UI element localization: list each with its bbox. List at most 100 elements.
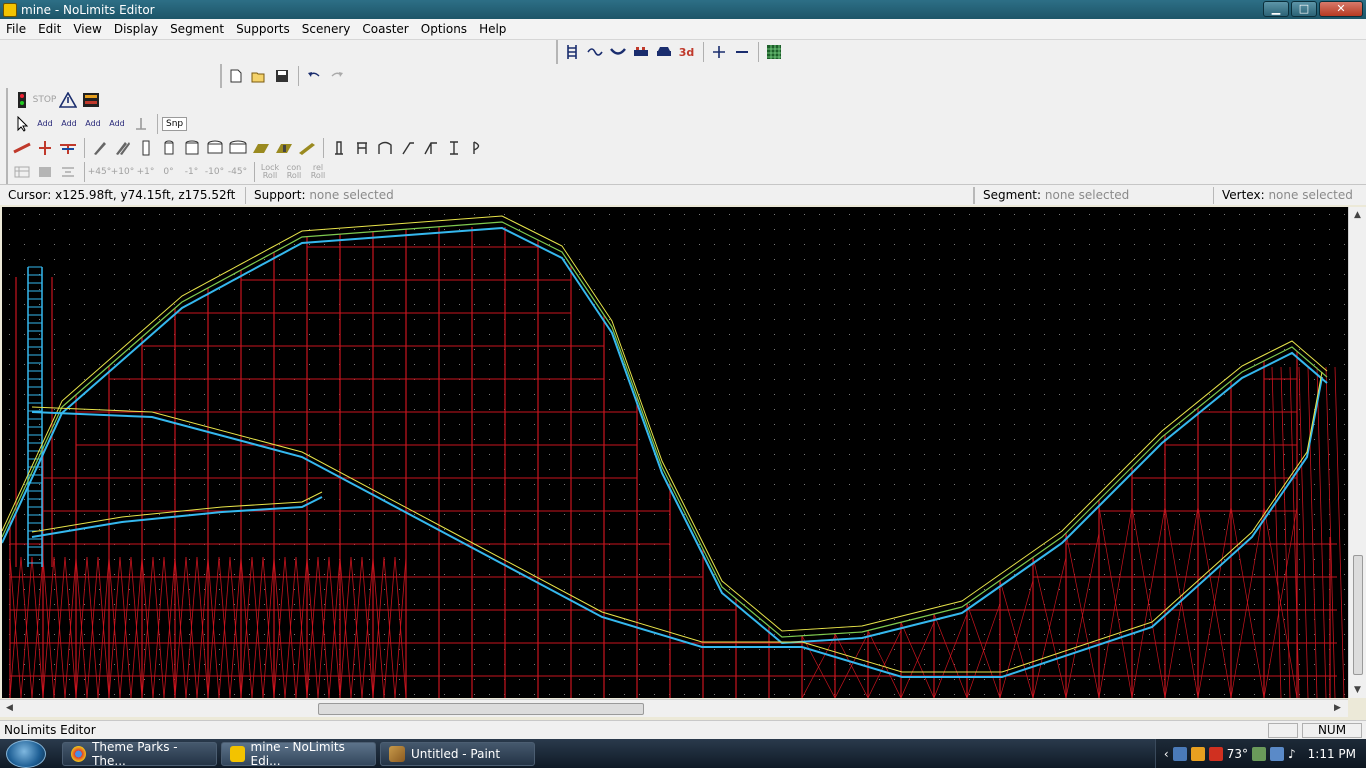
add-vertex-button[interactable]: Add [34,114,56,135]
rel-roll-button[interactable]: rel Roll [307,162,329,183]
scroll-left-icon[interactable]: ◀ [6,703,13,713]
rotate-plus-1[interactable]: +1° [135,162,156,183]
support-bent-icon[interactable] [351,138,372,159]
rotate-minus-1[interactable]: -1° [181,162,202,183]
coaster-scene[interactable] [2,207,1348,698]
tray-expand-icon[interactable]: ‹ [1164,747,1169,761]
support-hanger-icon[interactable] [466,138,487,159]
grid-icon[interactable] [763,42,784,63]
train-icon[interactable] [80,90,101,111]
redo-icon[interactable] [326,66,347,87]
task-theme-parks[interactable]: Theme Parks - The... [62,739,217,768]
horizontal-scroll-thumb[interactable] [318,703,644,715]
open-icon[interactable] [248,66,269,87]
wave-view-icon[interactable] [607,42,628,63]
volume-icon[interactable]: ♪ [1288,747,1296,761]
save-icon[interactable] [271,66,292,87]
zoom-in-icon[interactable] [708,42,729,63]
scroll-down-icon[interactable]: ▼ [1354,685,1361,695]
align-icon[interactable] [57,162,78,183]
menu-coaster[interactable]: Coaster [356,19,414,40]
train-view-icon[interactable] [630,42,651,63]
scroll-right-icon[interactable]: ▶ [1334,703,1341,713]
ruler-icon[interactable] [296,138,317,159]
curve-view-icon[interactable] [584,42,605,63]
add-support-button[interactable]: Add [106,114,128,135]
weather-temp[interactable]: 73° [1227,747,1248,761]
add-segment-button[interactable]: Add [58,114,80,135]
rotate-minus-10[interactable]: -10° [204,162,225,183]
toolbar-separator [157,114,158,134]
support-angle-icon[interactable] [397,138,418,159]
task-nolimits[interactable]: mine - NoLimits Edi... [221,740,376,768]
beam-icon[interactable] [135,138,156,159]
anchor-icon[interactable] [130,114,151,135]
3d-view-icon[interactable]: 3d [676,42,697,63]
column-icon[interactable] [158,138,179,159]
column-wide-icon[interactable] [181,138,202,159]
menu-supports[interactable]: Supports [230,19,296,40]
minimize-button[interactable]: ▁ [1263,1,1289,17]
maximize-button[interactable]: □ [1291,1,1317,17]
display-tray-icon[interactable] [1269,746,1284,761]
close-button[interactable]: ✕ [1319,1,1363,17]
menu-display[interactable]: Display [108,19,164,40]
block-icon[interactable] [273,138,294,159]
toolbar-separator [703,42,704,62]
rotate-plus-10[interactable]: +10° [111,162,135,183]
stop-icon[interactable]: STOP [33,90,57,111]
editor-viewport[interactable] [2,207,1348,698]
segment-readout: Segment: none selected [974,186,1214,204]
pointer-icon[interactable] [11,114,32,135]
network-tray-icon[interactable] [1172,746,1187,761]
fill-icon[interactable] [34,162,55,183]
double-pencil-icon[interactable] [112,138,133,159]
train-front-view-icon[interactable] [653,42,674,63]
rail-icon[interactable] [11,138,32,159]
signal-icon[interactable] [11,90,32,111]
zoom-out-icon[interactable] [731,42,752,63]
warning-icon[interactable] [57,90,78,111]
start-button[interactable] [6,739,46,768]
menu-file[interactable]: File [0,19,32,40]
horizontal-scrollbar[interactable]: ◀ ▶ [0,699,1348,717]
connect-icon[interactable] [57,138,78,159]
rotate-zero[interactable]: 0° [158,162,179,183]
menu-edit[interactable]: Edit [32,19,67,40]
rotate-plus-45[interactable]: +45° [88,162,112,183]
menu-segment[interactable]: Segment [164,19,230,40]
footer-icon[interactable] [250,138,271,159]
table-icon[interactable] [11,162,32,183]
cylinder-large-icon[interactable] [227,138,248,159]
track-view-icon[interactable] [561,42,582,63]
rotation-toolbar: +45° +10° +1° 0° -1° -10° -45° Lock Roll… [6,160,331,184]
nolimits-icon [230,745,245,762]
rotate-minus-45[interactable]: -45° [227,162,248,183]
scroll-up-icon[interactable]: ▲ [1354,210,1361,220]
task-label: Theme Parks - The... [92,739,178,768]
task-paint[interactable]: Untitled - Paint [380,741,535,766]
new-icon[interactable] [225,66,246,87]
vertical-scroll-thumb[interactable] [1353,555,1363,675]
con-roll-button[interactable]: con Roll [283,162,305,183]
update-tray-icon[interactable] [1190,746,1205,761]
clock[interactable]: 1:11 PM [1308,747,1356,761]
security-tray-icon[interactable] [1208,746,1223,761]
menu-scenery[interactable]: Scenery [296,19,357,40]
menu-help[interactable]: Help [473,19,512,40]
split-icon[interactable] [34,138,55,159]
cylinder-icon[interactable] [204,138,225,159]
support-post-icon[interactable] [328,138,349,159]
lock-roll-button[interactable]: Lock Roll [259,162,281,183]
pencil-icon[interactable] [89,138,110,159]
support-arch-icon[interactable] [374,138,395,159]
support-double-angle-icon[interactable] [420,138,441,159]
undo-icon[interactable] [303,66,324,87]
menu-options[interactable]: Options [415,19,473,40]
vertical-scrollbar[interactable]: ▲ ▼ [1348,207,1366,698]
support-cross-icon[interactable] [443,138,464,159]
menu-view[interactable]: View [67,19,107,40]
snap-button[interactable]: Snp [162,117,188,131]
add-tree-button[interactable]: Add [82,114,104,135]
battery-tray-icon[interactable] [1251,746,1266,761]
